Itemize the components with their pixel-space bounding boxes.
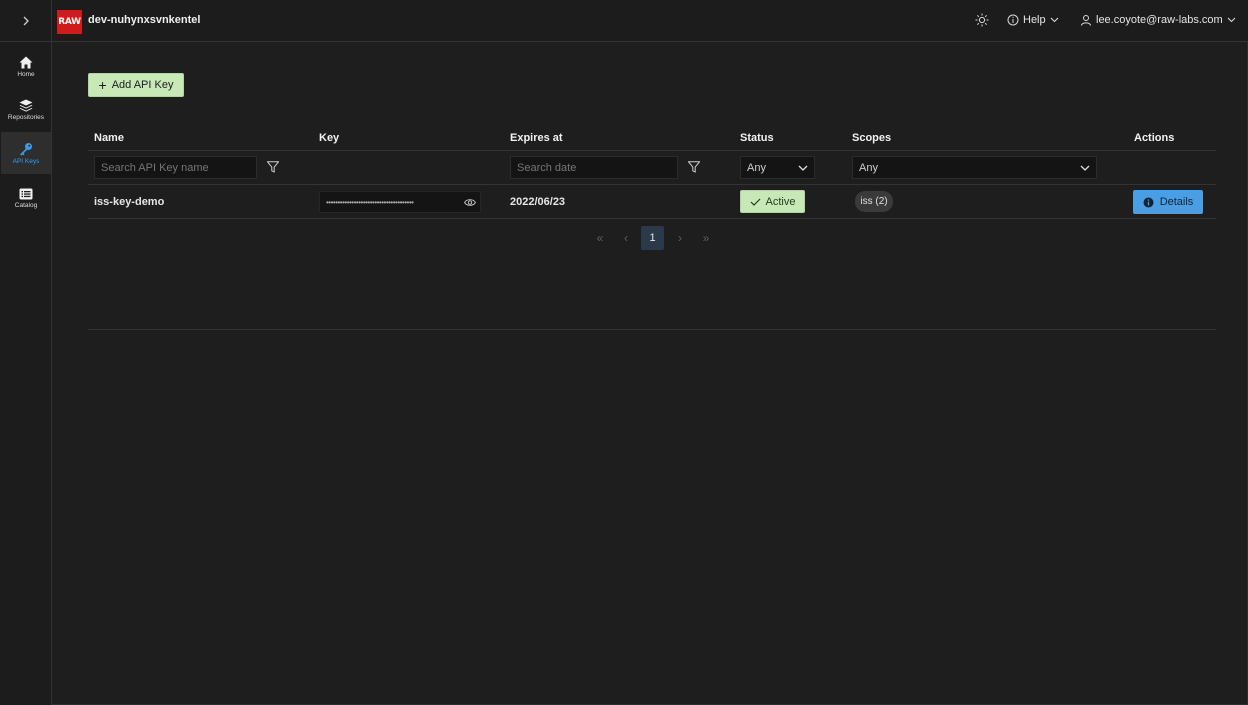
column-header-status: Status xyxy=(740,132,774,144)
sidebar-item-catalog[interactable]: Catalog xyxy=(1,178,51,218)
home-icon xyxy=(19,56,33,69)
sidebar: Home Repositories API Keys Catalog xyxy=(0,42,52,705)
sidebar-item-label: Catalog xyxy=(14,201,38,209)
table-divider xyxy=(88,150,1216,151)
key-icon xyxy=(20,142,32,155)
top-bar: RAW dev-nuhynxsvnkentel Help lee.coyote@… xyxy=(0,0,1248,42)
chevron-down-icon xyxy=(1080,165,1090,171)
layers-icon xyxy=(19,99,33,112)
help-label: Help xyxy=(1023,14,1046,26)
add-api-key-button[interactable]: + Add API Key xyxy=(88,73,184,97)
page-number-button[interactable]: 1 xyxy=(641,226,664,250)
status-badge: Active xyxy=(740,190,805,213)
details-label: Details xyxy=(1159,196,1194,208)
api-key-name: iss-key-demo xyxy=(94,196,165,208)
filter-icon[interactable] xyxy=(267,161,279,173)
masked-key-text: •••••••••••••••••••••••••••••••••••••• xyxy=(326,197,414,207)
check-icon xyxy=(750,198,760,206)
status-filter-value: Any xyxy=(747,161,766,174)
column-header-key: Key xyxy=(319,132,340,144)
info-circle-icon xyxy=(1143,197,1154,207)
list-icon xyxy=(19,188,33,199)
sidebar-item-api-keys[interactable]: API Keys xyxy=(1,132,51,174)
first-page-button[interactable]: « xyxy=(589,226,611,250)
sidebar-item-label: Repositories xyxy=(7,114,45,121)
table-divider xyxy=(88,218,1216,219)
previous-page-button[interactable]: ‹ xyxy=(615,226,637,250)
scopes-filter-select[interactable]: Any xyxy=(852,156,1097,179)
help-menu[interactable]: Help xyxy=(1007,14,1059,26)
info-icon xyxy=(1007,14,1019,26)
date-search-input[interactable] xyxy=(510,156,678,179)
table-divider xyxy=(88,184,1216,185)
eye-icon[interactable] xyxy=(464,198,476,207)
next-page-button[interactable]: › xyxy=(669,226,691,250)
user-icon xyxy=(1081,15,1091,26)
user-menu[interactable]: lee.coyote@raw-labs.com xyxy=(1080,14,1236,26)
content-divider xyxy=(88,329,1216,330)
plus-icon: + xyxy=(98,76,107,93)
sidebar-item-repositories[interactable]: Repositories xyxy=(1,90,51,130)
chevron-down-icon xyxy=(798,165,808,171)
expand-sidebar-button[interactable] xyxy=(0,0,52,42)
status-filter-select[interactable]: Any xyxy=(740,156,815,179)
chevron-right-icon xyxy=(23,16,29,26)
app-frame xyxy=(0,0,1248,705)
column-header-scopes: Scopes xyxy=(852,132,892,144)
api-key-value: •••••••••••••••••••••••••••••••••••••• xyxy=(319,191,481,213)
scopes-filter-value: Any xyxy=(859,161,878,174)
chevron-down-icon xyxy=(1050,17,1059,23)
last-page-button[interactable]: » xyxy=(695,226,717,250)
column-header-expires: Expires at xyxy=(510,132,563,144)
name-search-input[interactable] xyxy=(94,156,257,179)
scope-tag[interactable]: iss (2) xyxy=(855,191,893,212)
details-button[interactable]: Details xyxy=(1133,190,1203,214)
column-header-name: Name xyxy=(94,132,124,144)
user-email: lee.coyote@raw-labs.com xyxy=(1096,14,1223,26)
filter-icon[interactable] xyxy=(688,161,700,173)
status-label: Active xyxy=(765,195,796,208)
sun-icon[interactable] xyxy=(975,13,989,27)
raw-logo[interactable]: RAW xyxy=(57,10,82,34)
chevron-down-icon xyxy=(1227,17,1236,23)
add-api-key-label: Add API Key xyxy=(111,79,174,91)
sidebar-item-home[interactable]: Home xyxy=(1,47,51,87)
workspace-name[interactable]: dev-nuhynxsvnkentel xyxy=(88,14,200,26)
expires-at-value: 2022/06/23 xyxy=(510,196,566,208)
sidebar-item-label: Home xyxy=(17,71,35,78)
sidebar-item-label: API Keys xyxy=(12,157,40,165)
column-header-actions: Actions xyxy=(1134,132,1175,144)
